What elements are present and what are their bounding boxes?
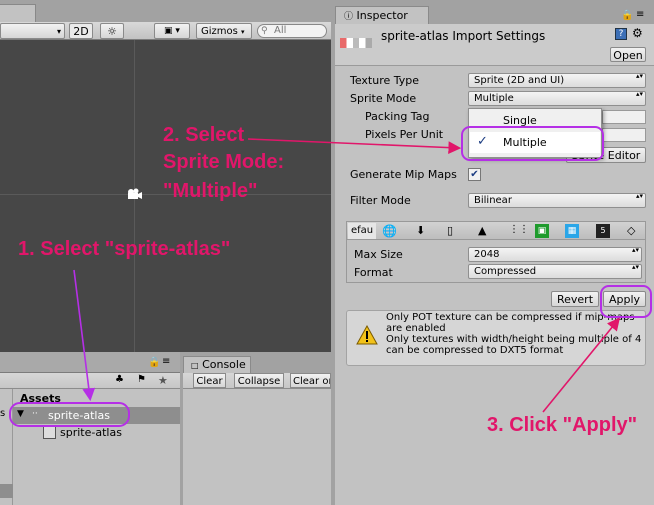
help-icon[interactable]: ? [615,28,627,40]
html5-platform-icon[interactable]: 5 [596,224,610,238]
asset-thumbnail [340,38,372,48]
search-placeholder: All [274,25,287,36]
search-icon: ⚲ [261,26,268,36]
max-size-dropdown[interactable]: 2048 [468,247,642,262]
console-tab-icon: □ [191,361,199,370]
filter-mode-dropdown[interactable]: Bilinear [468,193,646,208]
annotation-step3: 3. Click "Apply" [487,414,638,436]
inspector-info-icon: ⓘ [344,12,354,22]
format-label: Format [354,266,393,279]
annotation-step2-line1: 2. Select [163,124,245,146]
filter-by-label-icon[interactable]: ⚑ [137,374,146,385]
filter-by-type-icon[interactable]: ♣ [115,374,124,385]
scene-tab[interactable] [0,4,36,22]
inspector-title: sprite-atlas Import Settings [381,29,546,43]
max-size-label: Max Size [354,248,403,261]
menu-icon[interactable]: ≡ [162,356,170,367]
scene-effects-dropdown[interactable]: ▣ ▾ [154,23,190,39]
gizmos-dropdown[interactable]: Gizmos ▾ [196,23,252,39]
annotation-step2-line2: Sprite Mode: [163,151,285,173]
pixels-per-unit-input[interactable] [602,128,646,142]
warning-text-line2: are enabled [386,323,446,334]
xbox-platform-icon[interactable]: ▣ [535,224,549,238]
lock-icon[interactable]: 🔒 [148,357,160,368]
console-tab[interactable]: □ Console [183,356,251,373]
lock-icon[interactable]: 🔒 [621,10,633,21]
console-collapse-button[interactable]: Collapse [234,373,284,388]
warning-text-line1: Only POT texture can be compressed if mi… [386,312,635,323]
annotation-step2-line3: "Multiple" [163,180,258,202]
packing-tag-label: Packing Tag [365,110,430,123]
favorites-icon[interactable]: ★ [158,374,168,387]
warning-icon [356,324,378,345]
select-asset-highlight [9,402,130,427]
asset-child-sprite-atlas[interactable]: sprite-atlas [60,426,122,439]
shading-mode-dropdown[interactable]: ▾ [0,23,65,39]
apply-button-highlight [600,285,652,318]
android-platform-icon[interactable]: ▲ [478,224,486,237]
gizmos-label: Gizmos [201,26,238,37]
warning-text-line3: Only textures with width/height being mu… [386,334,642,345]
sprite-asset-icon [43,426,56,439]
chevron-down-icon: ▾ [241,28,245,36]
windows-platform-icon[interactable]: ▦ [565,224,579,238]
project-folder-tree-selection [0,484,13,498]
mode-2d-toggle[interactable]: 2D [69,23,93,39]
console-clear-on-play-button[interactable]: Clear or [290,373,331,388]
warning-text-line4: can be compressed to DXT5 format [386,345,564,356]
packing-tag-input[interactable] [602,110,646,124]
pixels-per-unit-label: Pixels Per Unit [365,128,444,141]
scene-lighting-toggle[interactable]: ☼ [100,23,124,39]
download-platform-icon[interactable]: ⬇ [416,224,425,237]
menu-icon[interactable]: ≡ [636,9,644,20]
scene-tab-strip [0,0,331,22]
blackberry-platform-icon[interactable]: ⋮⋮ [509,224,529,235]
console-log-area [183,389,331,505]
folder-tree-label: s [0,408,6,419]
platform-tab-default[interactable]: efau [348,223,376,239]
open-button[interactable]: Open [610,47,646,62]
console-clear-button[interactable]: Clear [193,373,226,388]
generate-mip-maps-label: Generate Mip Maps [350,168,457,181]
sprite-mode-label: Sprite Mode [350,92,417,105]
camera-icon[interactable] [125,187,143,201]
inspector-tab[interactable]: ⓘ Inspector [335,6,429,24]
scene-search-input[interactable]: ⚲ All [257,24,327,38]
mobile-platform-icon[interactable]: ▯ [447,224,453,237]
web-platform-icon[interactable]: 🌐 [382,224,397,238]
generate-mip-maps-checkbox[interactable]: ✔ [468,168,481,181]
inspector-tab-label: Inspector [356,9,408,22]
annotation-step1: 1. Select "sprite-atlas" [18,238,231,260]
sprite-mode-dropdown[interactable]: Multiple [468,91,646,106]
texture-type-label: Texture Type [350,74,420,87]
revert-button[interactable]: Revert [551,291,599,307]
project-toolbar [0,373,180,389]
filter-mode-label: Filter Mode [350,194,411,207]
multiple-option-highlight [461,126,604,161]
unity-platform-icon[interactable]: ◇ [627,224,635,237]
texture-type-dropdown[interactable]: Sprite (2D and UI) [468,73,646,88]
format-dropdown[interactable]: Compressed [468,264,642,279]
settings-gear-icon[interactable]: ⚙ [632,26,643,40]
console-tab-label: Console [202,358,246,371]
